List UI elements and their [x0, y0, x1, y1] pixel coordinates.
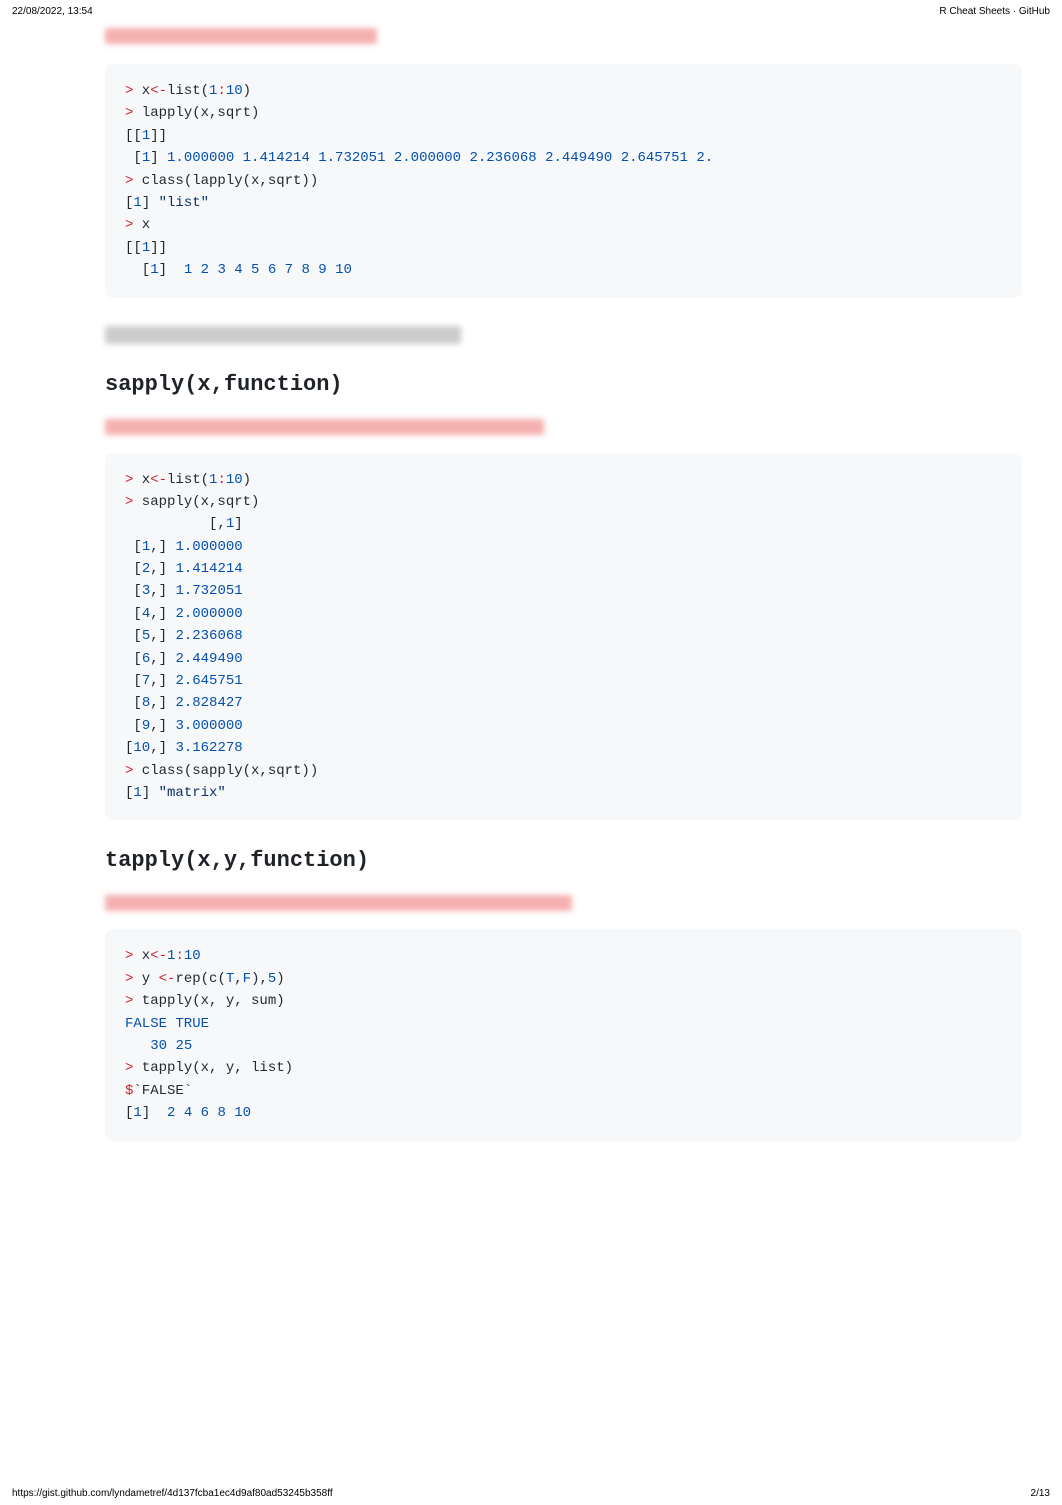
print-page: 2/13 [1031, 1488, 1050, 1499]
code-block-lapply: > x<-list(1:10) > lapply(x,sqrt) [[1]] [… [105, 64, 1022, 298]
heading-tapply: tapply(x,y,function) [105, 848, 1022, 873]
print-url: https://gist.github.com/lyndametref/4d13… [12, 1488, 333, 1499]
code-block-sapply: > x<-list(1:10) > sapply(x,sqrt) [,1] [1… [105, 453, 1022, 821]
blurred-divider: ________________________________________ [105, 326, 461, 344]
blurred-intro-tapply: apply a function to subsets of a vector … [105, 895, 572, 911]
blurred-intro-lapply: apply a function to each element of the … [105, 28, 377, 44]
heading-sapply: sapply(x,function) [105, 372, 1022, 397]
print-title: R Cheat Sheets · GitHub [939, 6, 1050, 17]
code-block-tapply: > x<-1:10 > y <-rep(c(T,F),5) > tapply(x… [105, 929, 1022, 1140]
print-timestamp: 22/08/2022, 13:54 [12, 6, 93, 17]
blurred-intro-sapply: apply a function to each element of the … [105, 419, 544, 435]
